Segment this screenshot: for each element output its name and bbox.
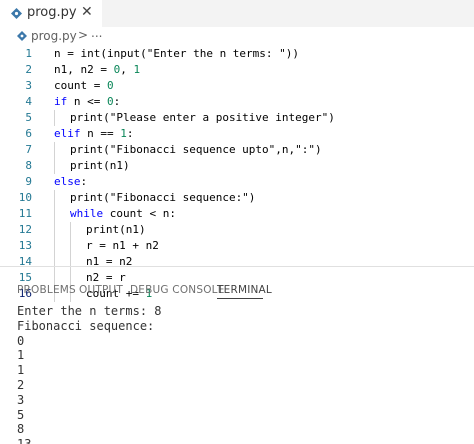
code-line[interactable]: 6 elif n == 1: [0, 126, 474, 142]
line-number: 11 [18, 207, 32, 220]
line-number: 4 [25, 95, 32, 108]
code-text: print(n1) [86, 223, 146, 236]
line-number: 3 [25, 79, 32, 92]
active-tab-indicator [217, 298, 263, 299]
code-text: while count < n: [70, 207, 176, 220]
code-line[interactable]: 11 while count < n: [0, 206, 474, 222]
tab-label: prog.py [27, 5, 77, 20]
code-text: print("Please enter a positive integer") [70, 111, 335, 124]
code-line[interactable]: 12 print(n1) [0, 222, 474, 238]
tab-prog-py[interactable]: prog.py ✕ [0, 0, 102, 27]
line-number: 12 [18, 223, 32, 236]
tab-terminal[interactable]: TERMINAL [217, 284, 272, 296]
line-number: 6 [25, 127, 32, 140]
code-text: if n <= 0: [54, 95, 121, 108]
line-number: 14 [18, 255, 32, 268]
indent-guide [54, 110, 55, 126]
tab-problems[interactable]: PROBLEMS [17, 284, 76, 296]
line-number: 13 [18, 239, 32, 252]
terminal-line: 13 [17, 437, 467, 444]
terminal-line: 0 [17, 333, 25, 348]
code-text: n1 = n2 [86, 255, 133, 268]
breadcrumb-separator: > [78, 28, 89, 42]
line-number: 8 [25, 159, 32, 172]
line-number: 5 [25, 111, 32, 124]
close-icon[interactable]: ✕ [81, 4, 93, 20]
code-line[interactable]: 3 count = 0 [0, 78, 474, 94]
code-line[interactable]: 13 r = n1 + n2 [0, 238, 474, 254]
code-line[interactable]: 4 if n <= 0: [0, 94, 474, 110]
terminal-line: 8 [17, 422, 25, 437]
code-text: print(n1) [70, 159, 130, 172]
code-editor[interactable]: 1 n = int(input("Enter the n terms: ")) 2 n… [0, 46, 474, 302]
code-text: elif n == 1: [54, 127, 134, 140]
tab-output[interactable]: OUTPUT [79, 284, 123, 296]
tab-debug-console[interactable]: DEBUG CONSOLE [130, 284, 225, 296]
code-line[interactable]: 2 n1, n2 = 0, 1 [0, 62, 474, 78]
code-line[interactable]: 1 n = int(input("Enter the n terms: ")) [0, 46, 474, 62]
terminal-line: 1 [17, 363, 25, 378]
line-number: 2 [25, 63, 32, 76]
code-line[interactable]: 14 n1 = n2 [0, 254, 474, 270]
breadcrumb-more[interactable]: ... [91, 26, 102, 40]
panel-separator[interactable] [0, 266, 474, 267]
code-text: n = int(input("Enter the n terms: ")) [54, 47, 300, 60]
code-text: else: [54, 175, 88, 188]
line-number: 10 [18, 191, 32, 204]
code-line[interactable]: 8 print(n1) [0, 158, 474, 174]
code-text: n1, n2 = 0, 1 [54, 63, 141, 76]
terminal-line: 1 [17, 348, 25, 363]
code-line[interactable]: 7 print("Fibonacci sequence upto",n,":") [0, 142, 474, 158]
terminal-line: Fibonacci sequence: [17, 318, 155, 333]
indent-guide [54, 142, 55, 174]
terminal-line: 5 [17, 407, 25, 422]
python-file-icon [11, 8, 22, 19]
line-number: 1 [25, 47, 32, 60]
code-text: count = 0 [54, 79, 114, 92]
line-number: 9 [25, 175, 32, 188]
terminal-line: 2 [17, 377, 25, 392]
line-number: 7 [25, 143, 32, 156]
breadcrumb: prog.py > ... [0, 26, 474, 46]
breadcrumb-file[interactable]: prog.py [31, 29, 77, 43]
code-text: r = n1 + n2 [86, 239, 159, 252]
panel-tab-bar: PROBLEMS OUTPUT DEBUG CONSOLE TERMINAL [0, 280, 474, 300]
terminal-line: 3 [17, 392, 25, 407]
code-line[interactable]: 5 print("Please enter a positive integer"… [0, 110, 474, 126]
terminal-line: Enter the n terms: 8 [17, 304, 162, 318]
code-text: print("Fibonacci sequence:") [70, 191, 256, 204]
editor-tab-bar: prog.py ✕ [0, 0, 474, 27]
python-file-icon [17, 31, 27, 41]
code-line[interactable]: 9 else: [0, 174, 474, 190]
terminal-output[interactable]: Enter the n terms: 8 Fibonacci sequence: 0… [17, 304, 467, 444]
code-line[interactable]: 10 print("Fibonacci sequence:") [0, 190, 474, 206]
code-text: print("Fibonacci sequence upto",n,":") [70, 143, 322, 156]
